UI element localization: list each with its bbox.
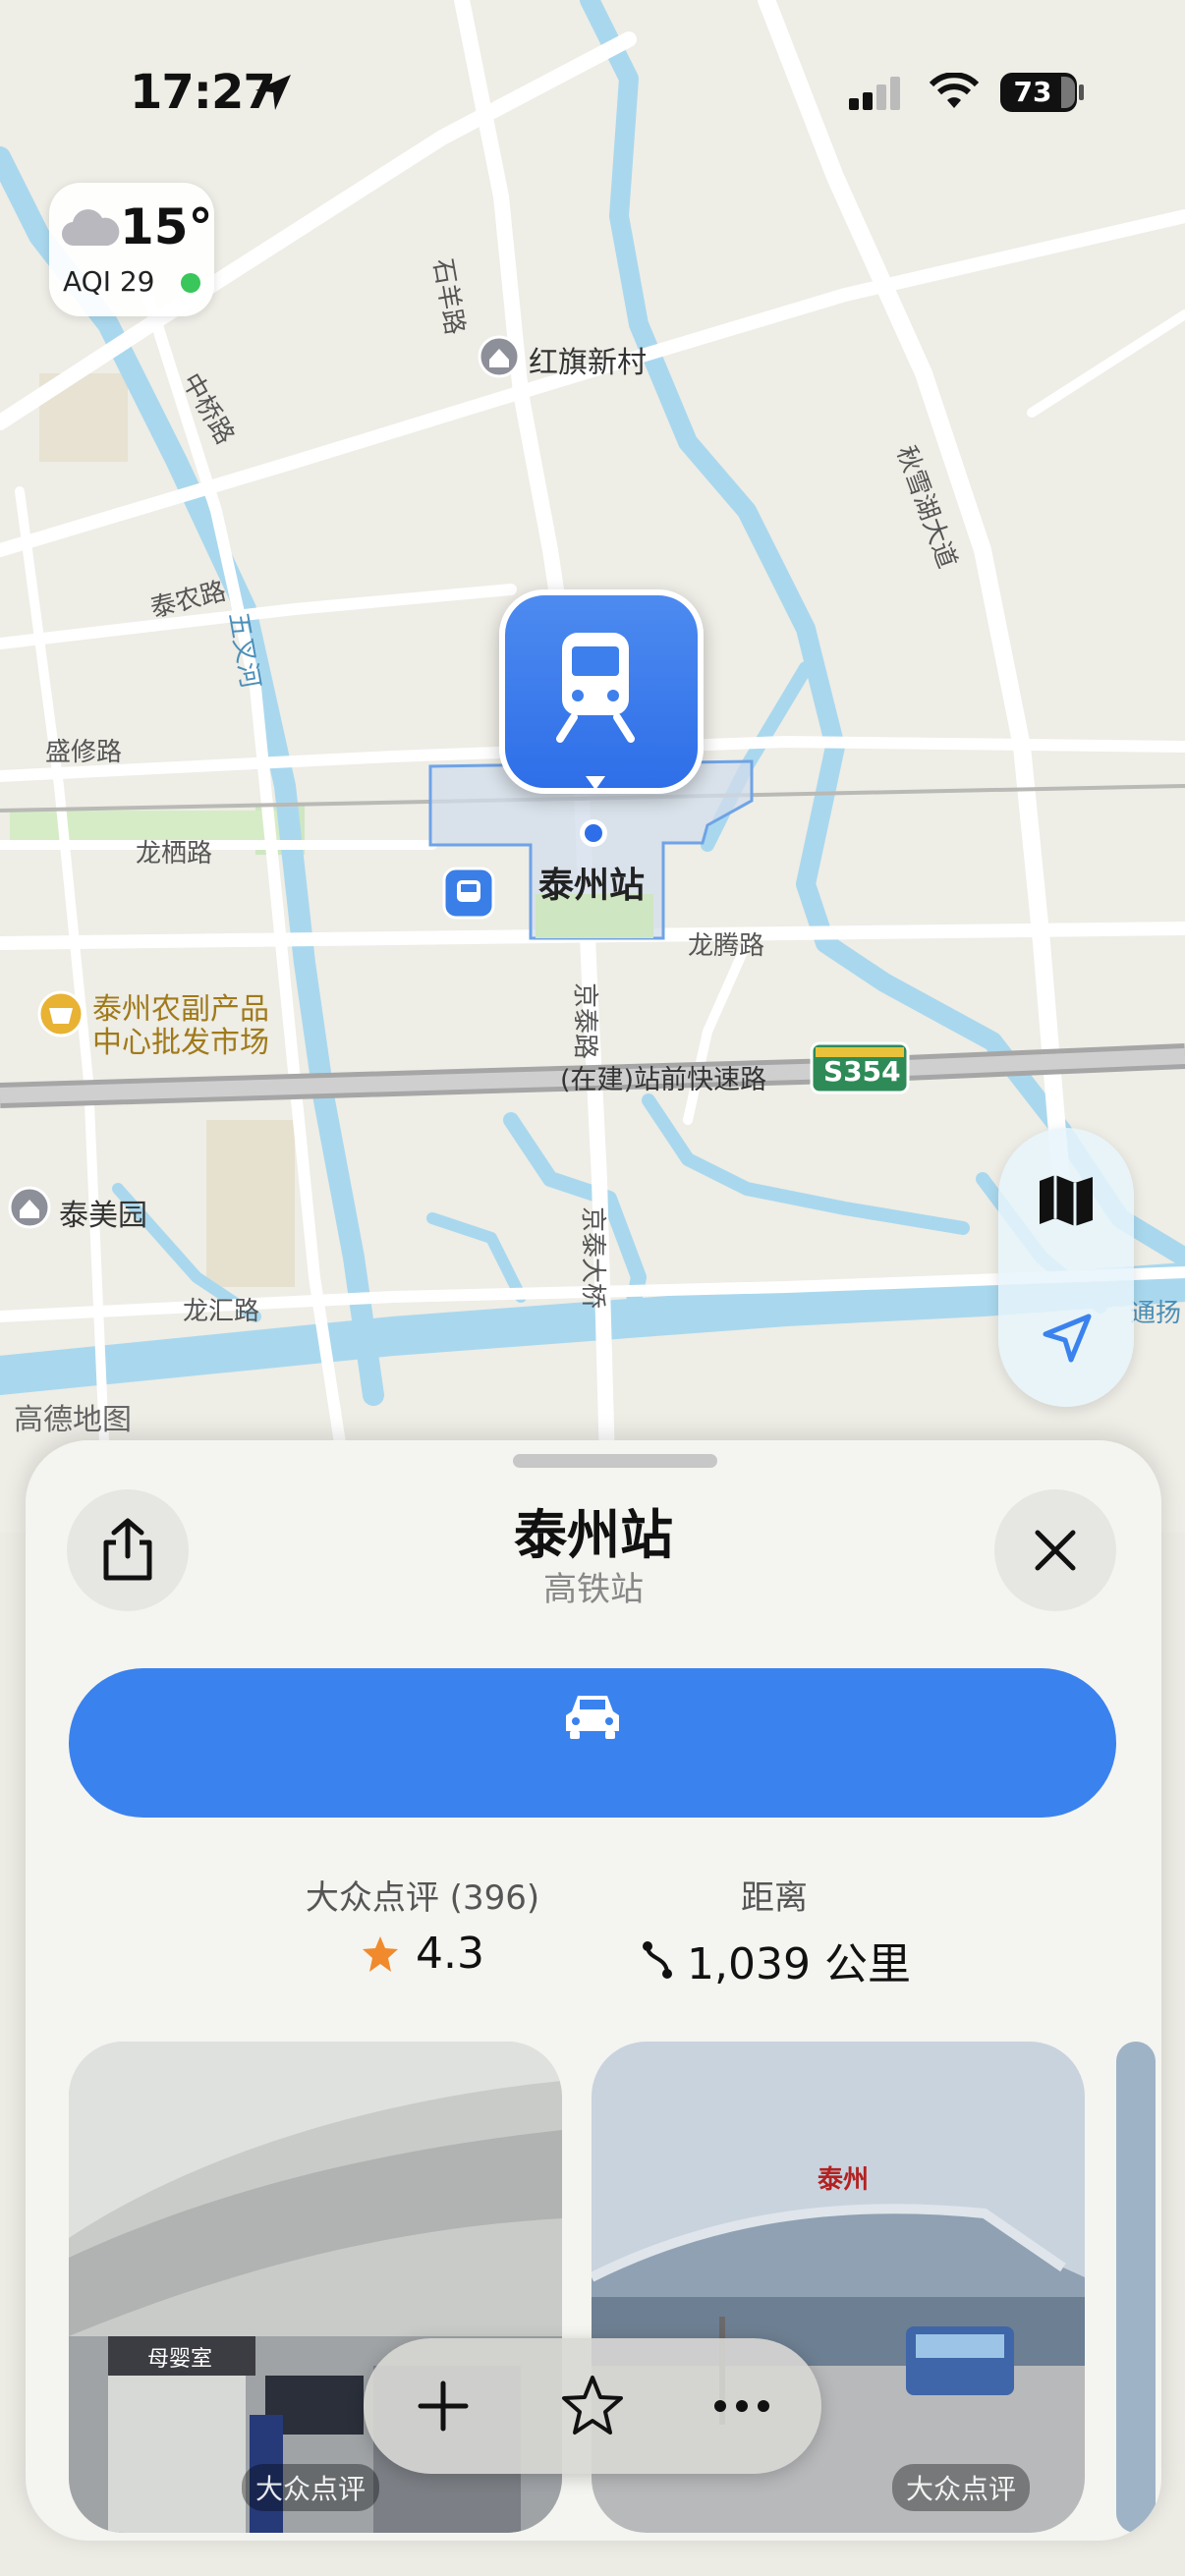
weather-aqi: AQI 29 (63, 265, 155, 298)
route-icon (643, 1941, 673, 1979)
place-subtitle: 高铁站 (543, 1570, 644, 1609)
star-icon (562, 2376, 623, 2435)
map-label-longqi: 龙栖路 (136, 839, 213, 868)
map-label-longhui: 龙汇路 (183, 1297, 260, 1326)
more-icon (714, 2400, 769, 2412)
station-pin[interactable] (499, 589, 704, 794)
photo-sign-2: 泰州 (818, 2165, 870, 2195)
place-photo[interactable] (1116, 2042, 1156, 2533)
plus-icon (418, 2380, 469, 2432)
wifi-icon (929, 73, 980, 108)
land-patch (206, 1120, 295, 1287)
train-icon (556, 633, 635, 743)
map-label-longteng: 龙腾路 (688, 931, 765, 961)
map-label-taimeiyuan[interactable]: 泰美园 (59, 1191, 147, 1234)
battery-level: 73 (1013, 76, 1052, 108)
status-bar: 17:27 73 (0, 59, 1185, 138)
photo-sign: 母婴室 (147, 2347, 213, 2372)
station-point (585, 824, 602, 842)
weather-temperature: 15° (120, 198, 213, 255)
aqi-status-dot (181, 273, 200, 293)
car-icon (566, 1696, 619, 1739)
cellular-signal-icon (849, 77, 900, 110)
map-label-edge: 通扬 (1130, 1299, 1182, 1328)
weather-widget[interactable]: 15° AQI 29 (49, 183, 214, 316)
map-label-s354: S354 (823, 1055, 901, 1088)
rating-stat[interactable]: 大众点评 (396) 4.3 (265, 1871, 580, 1979)
distance-value: 1,039 公里 (687, 1939, 911, 1989)
map-label-hongqi[interactable]: 红旗新村 (529, 338, 647, 381)
favorite-button[interactable] (519, 2338, 666, 2474)
map-label-station[interactable]: 泰州站 (538, 857, 645, 908)
photo-source-badge: 大众点评 (242, 2464, 380, 2511)
map-label-shengxiu: 盛修路 (45, 738, 123, 767)
map-label-market-line2[interactable]: 中心批发市场 (92, 1018, 269, 1061)
location-arrow-icon (255, 75, 291, 110)
map-controls (998, 1128, 1134, 1407)
photo-source-badge: 大众点评 (892, 2464, 1031, 2511)
battery-icon: 73 (1000, 73, 1077, 112)
more-button[interactable] (668, 2338, 816, 2474)
distance-stat: 距离 1,039 公里 (617, 1871, 931, 1991)
rating-label: 大众点评 (396) (305, 1878, 540, 1918)
directions-button[interactable] (69, 1668, 1116, 1818)
rating-value: 4.3 (416, 1929, 484, 1979)
cloud-icon (61, 209, 120, 247)
add-button[interactable] (369, 2338, 517, 2474)
map-label-jingtai-bridge: 京泰大桥 (578, 1206, 607, 1310)
star-rating-icon (363, 1935, 398, 1972)
locate-icon[interactable] (1040, 1311, 1095, 1366)
place-title: 泰州站 (514, 1504, 673, 1566)
floating-toolbar (364, 2338, 821, 2474)
distance-label: 距离 (741, 1878, 808, 1918)
sheet-grabber[interactable] (513, 1454, 717, 1468)
map-label-jingtai-rd: 京泰路 (570, 982, 599, 1060)
map-attribution: 高德地图 (14, 1403, 132, 1437)
map-icon[interactable] (1036, 1171, 1097, 1230)
map-label-expressway: (在建)站前快速路 (560, 1065, 767, 1095)
bus-stop-marker[interactable] (442, 867, 495, 920)
